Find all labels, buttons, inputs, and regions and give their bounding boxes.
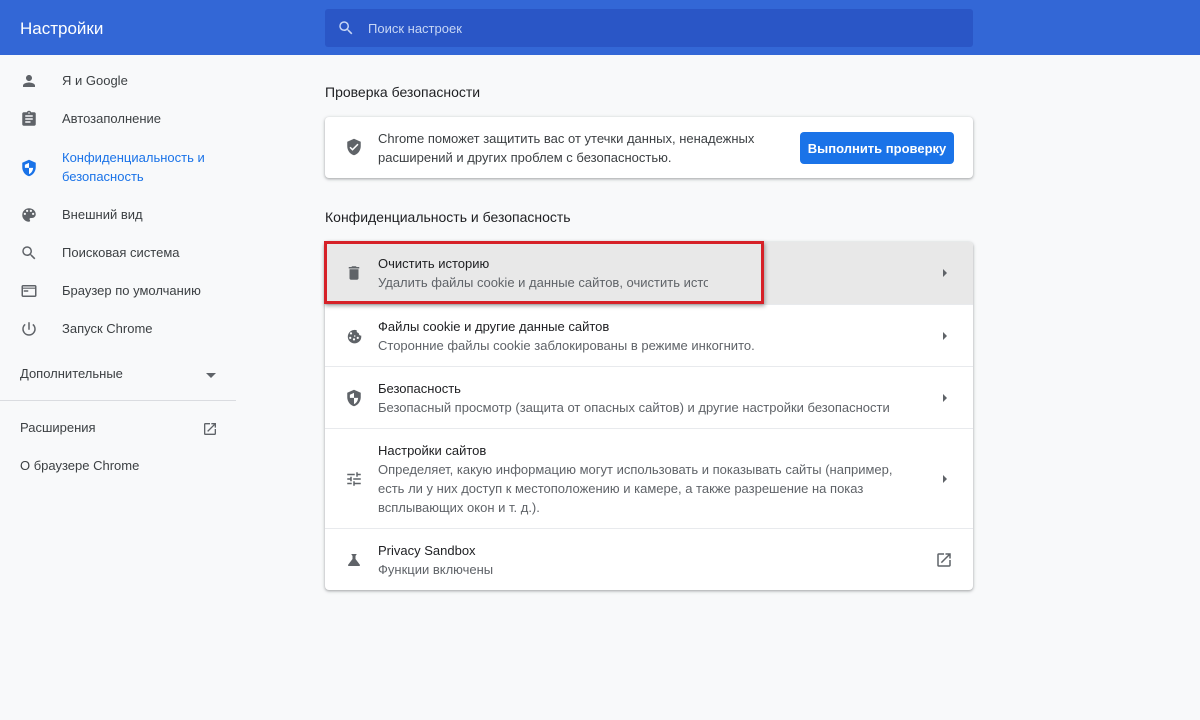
open-in-new-icon (937, 553, 951, 567)
row-privacy-sandbox[interactable]: Privacy Sandbox Функции включены (325, 528, 973, 590)
sidebar-item-label-line1: Конфиденциальность и (62, 150, 205, 165)
chevron-right-icon (943, 332, 947, 340)
caret-down-icon (206, 373, 216, 378)
sidebar-item-label: Поисковая система (62, 245, 180, 260)
open-in-new-icon[interactable] (202, 421, 218, 437)
sidebar-item-appearance[interactable]: Внешний вид (0, 205, 236, 225)
trash-icon (344, 263, 364, 283)
row-title: Очистить историю (378, 256, 490, 271)
row-subtitle: Безопасный просмотр (защита от опасных с… (378, 400, 890, 415)
sidebar-divider (0, 400, 236, 401)
row-title: Privacy Sandbox (378, 543, 476, 558)
shield-icon (19, 158, 39, 178)
privacy-card: Очистить историю Удалить файлы cookie и … (325, 242, 973, 590)
tune-icon (344, 469, 364, 489)
sidebar-item-autofill[interactable]: Автозаполнение (0, 109, 236, 129)
sidebar-item-search-engine[interactable]: Поисковая система (0, 243, 236, 263)
run-safety-check-button[interactable]: Выполнить проверку (800, 132, 954, 164)
chevron-right-icon (943, 475, 947, 483)
search-icon (339, 21, 353, 35)
row-subtitle: Удалить файлы cookie и данные сайтов, оч… (378, 275, 708, 290)
sidebar: Я и Google Автозаполнение Конфиденциальн… (0, 55, 236, 720)
shield-icon (344, 388, 364, 408)
chevron-right-icon (943, 394, 947, 402)
row-subtitle: Сторонние файлы cookie заблокированы в р… (378, 338, 755, 353)
sidebar-item-label: Внешний вид (62, 207, 143, 222)
clipboard-icon (19, 109, 39, 129)
page-title: Настройки (20, 19, 104, 38)
palette-icon (19, 205, 39, 225)
row-security[interactable]: Безопасность Безопасный просмотр (защита… (325, 366, 973, 428)
search-icon (19, 243, 39, 263)
sidebar-item-label: О браузере Chrome (20, 458, 140, 473)
sidebar-item-label: Автозаполнение (62, 111, 162, 126)
search-box[interactable] (325, 9, 973, 47)
top-bar: Настройки (0, 0, 1200, 55)
safety-check-text-line1: Chrome поможет защитить вас от утечки да… (378, 131, 755, 146)
sidebar-item-label: Расширения (20, 420, 96, 435)
sidebar-item-extensions[interactable]: Расширения (20, 420, 96, 435)
safety-check-text-line2: расширений и других проблем с безопаснос… (378, 150, 672, 165)
row-title: Файлы cookie и другие данные сайтов (378, 319, 610, 334)
row-cookies[interactable]: Файлы cookie и другие данные сайтов Стор… (325, 304, 973, 366)
row-title: Настройки сайтов (378, 443, 487, 458)
row-subtitle: Определяет, какую информацию могут испол… (378, 462, 893, 515)
sidebar-item-privacy[interactable]: Конфиденциальность и безопасность (0, 148, 236, 186)
sidebar-item-label: Браузер по умолчанию (62, 283, 201, 298)
row-site-settings[interactable]: Настройки сайтов Определяет, какую инфор… (325, 428, 973, 528)
sidebar-item-about-chrome[interactable]: О браузере Chrome (20, 458, 139, 473)
sidebar-item-label: Запуск Chrome (62, 321, 153, 336)
power-icon (19, 319, 39, 339)
search-input[interactable] (368, 9, 958, 47)
row-subtitle: Функции включены (378, 562, 494, 577)
safety-check-card: Chrome поможет защитить вас от утечки да… (325, 117, 973, 178)
privacy-section-title: Конфиденциальность и безопасность (325, 209, 571, 225)
shield-check-icon (344, 137, 364, 157)
sidebar-item-on-startup[interactable]: Запуск Chrome (0, 319, 236, 339)
sidebar-item-you-and-google[interactable]: Я и Google (0, 71, 236, 91)
safety-check-description: Chrome поможет защитить вас от утечки да… (378, 129, 778, 167)
sidebar-advanced-label: Дополнительные (20, 366, 123, 381)
row-title: Безопасность (378, 381, 461, 396)
browser-icon (19, 281, 39, 301)
row-clear-history[interactable]: Очистить историю Удалить файлы cookie и … (325, 242, 973, 304)
sidebar-item-label: Я и Google (62, 73, 128, 88)
cookie-icon (344, 326, 364, 346)
chevron-right-icon (943, 269, 947, 277)
sidebar-item-default-browser[interactable]: Браузер по умолчанию (0, 281, 236, 301)
sidebar-advanced-toggle[interactable]: Дополнительные (20, 366, 220, 386)
flask-icon (344, 550, 364, 570)
person-icon (19, 71, 39, 91)
sidebar-item-label-line2: безопасность (62, 169, 144, 184)
safety-check-title: Проверка безопасности (325, 84, 481, 100)
